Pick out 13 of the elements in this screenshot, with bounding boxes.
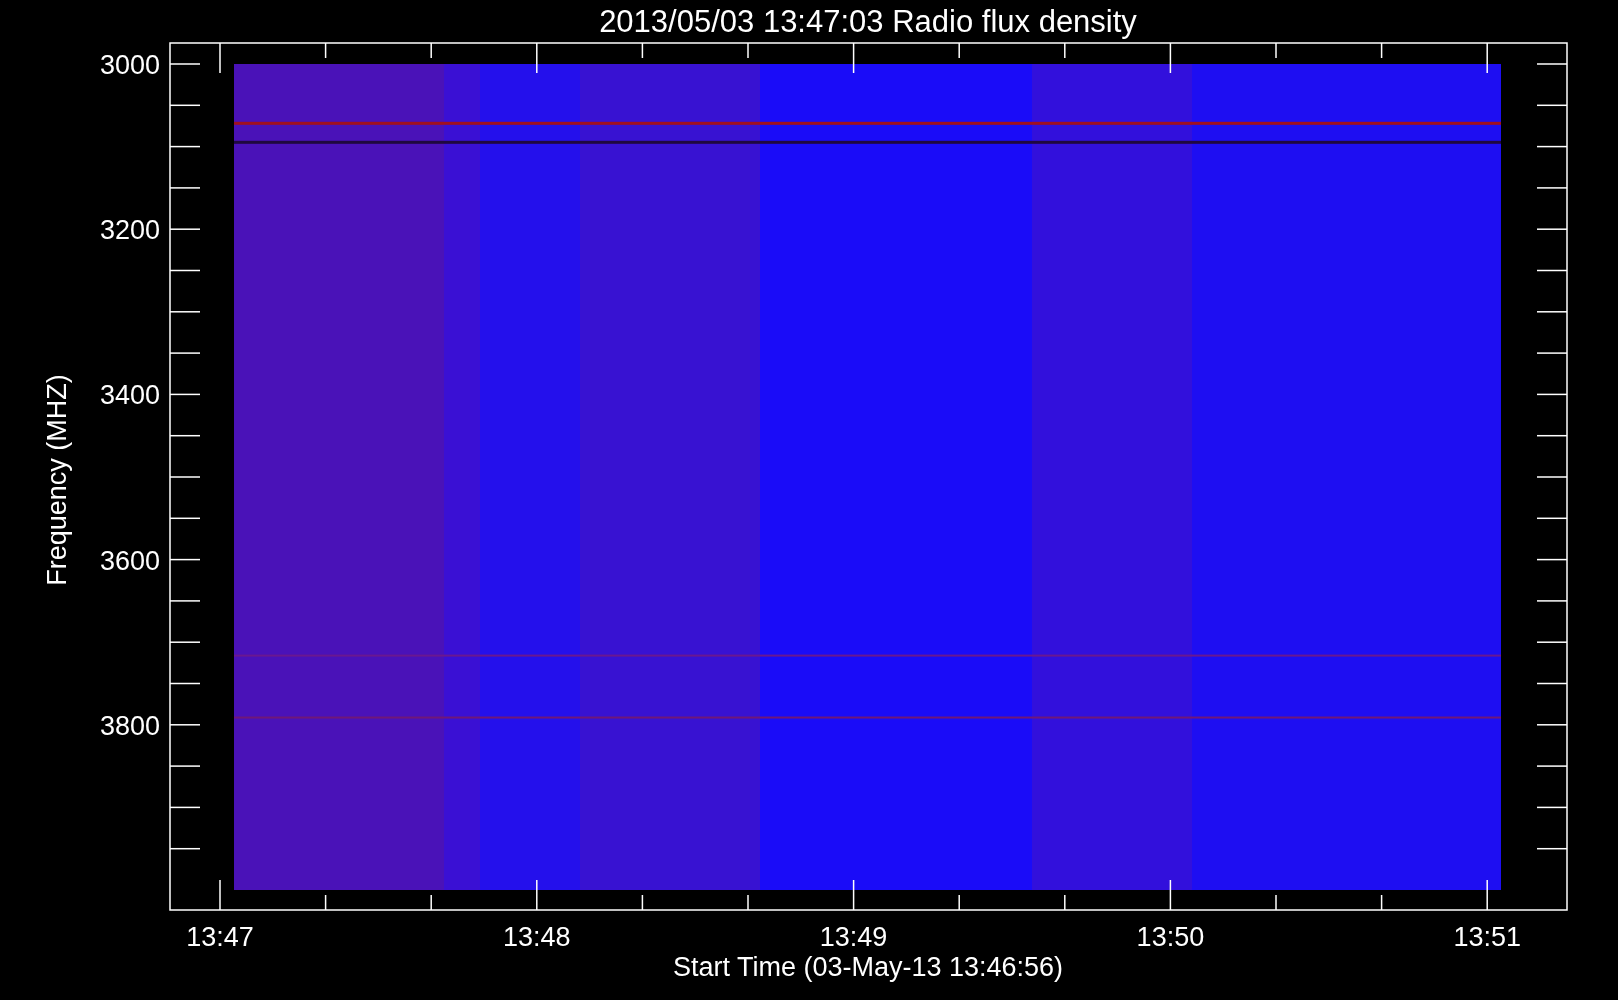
x-tick-label: 13:50 <box>1136 922 1205 952</box>
x-tick-label: 13:48 <box>503 922 571 952</box>
y-tick-label: 3600 <box>99 545 160 576</box>
y-tick-label: 3400 <box>99 380 160 411</box>
y-axis-label: Frequency (MHZ) <box>42 374 72 586</box>
y-tick-label: 3000 <box>99 50 160 80</box>
y-tick-label: 3800 <box>99 710 160 741</box>
x-tick-label: 13:49 <box>819 922 888 952</box>
y-tick-label: 3200 <box>99 215 160 246</box>
plot-title: 2013/05/03 13:47:03 Radio flux density <box>599 4 1137 39</box>
x-axis-label: Start Time (03-May-13 13:46:56) <box>672 952 1064 982</box>
x-tick-label: 13:51 <box>1453 922 1521 952</box>
x-tick-label: 13:47 <box>186 922 254 952</box>
